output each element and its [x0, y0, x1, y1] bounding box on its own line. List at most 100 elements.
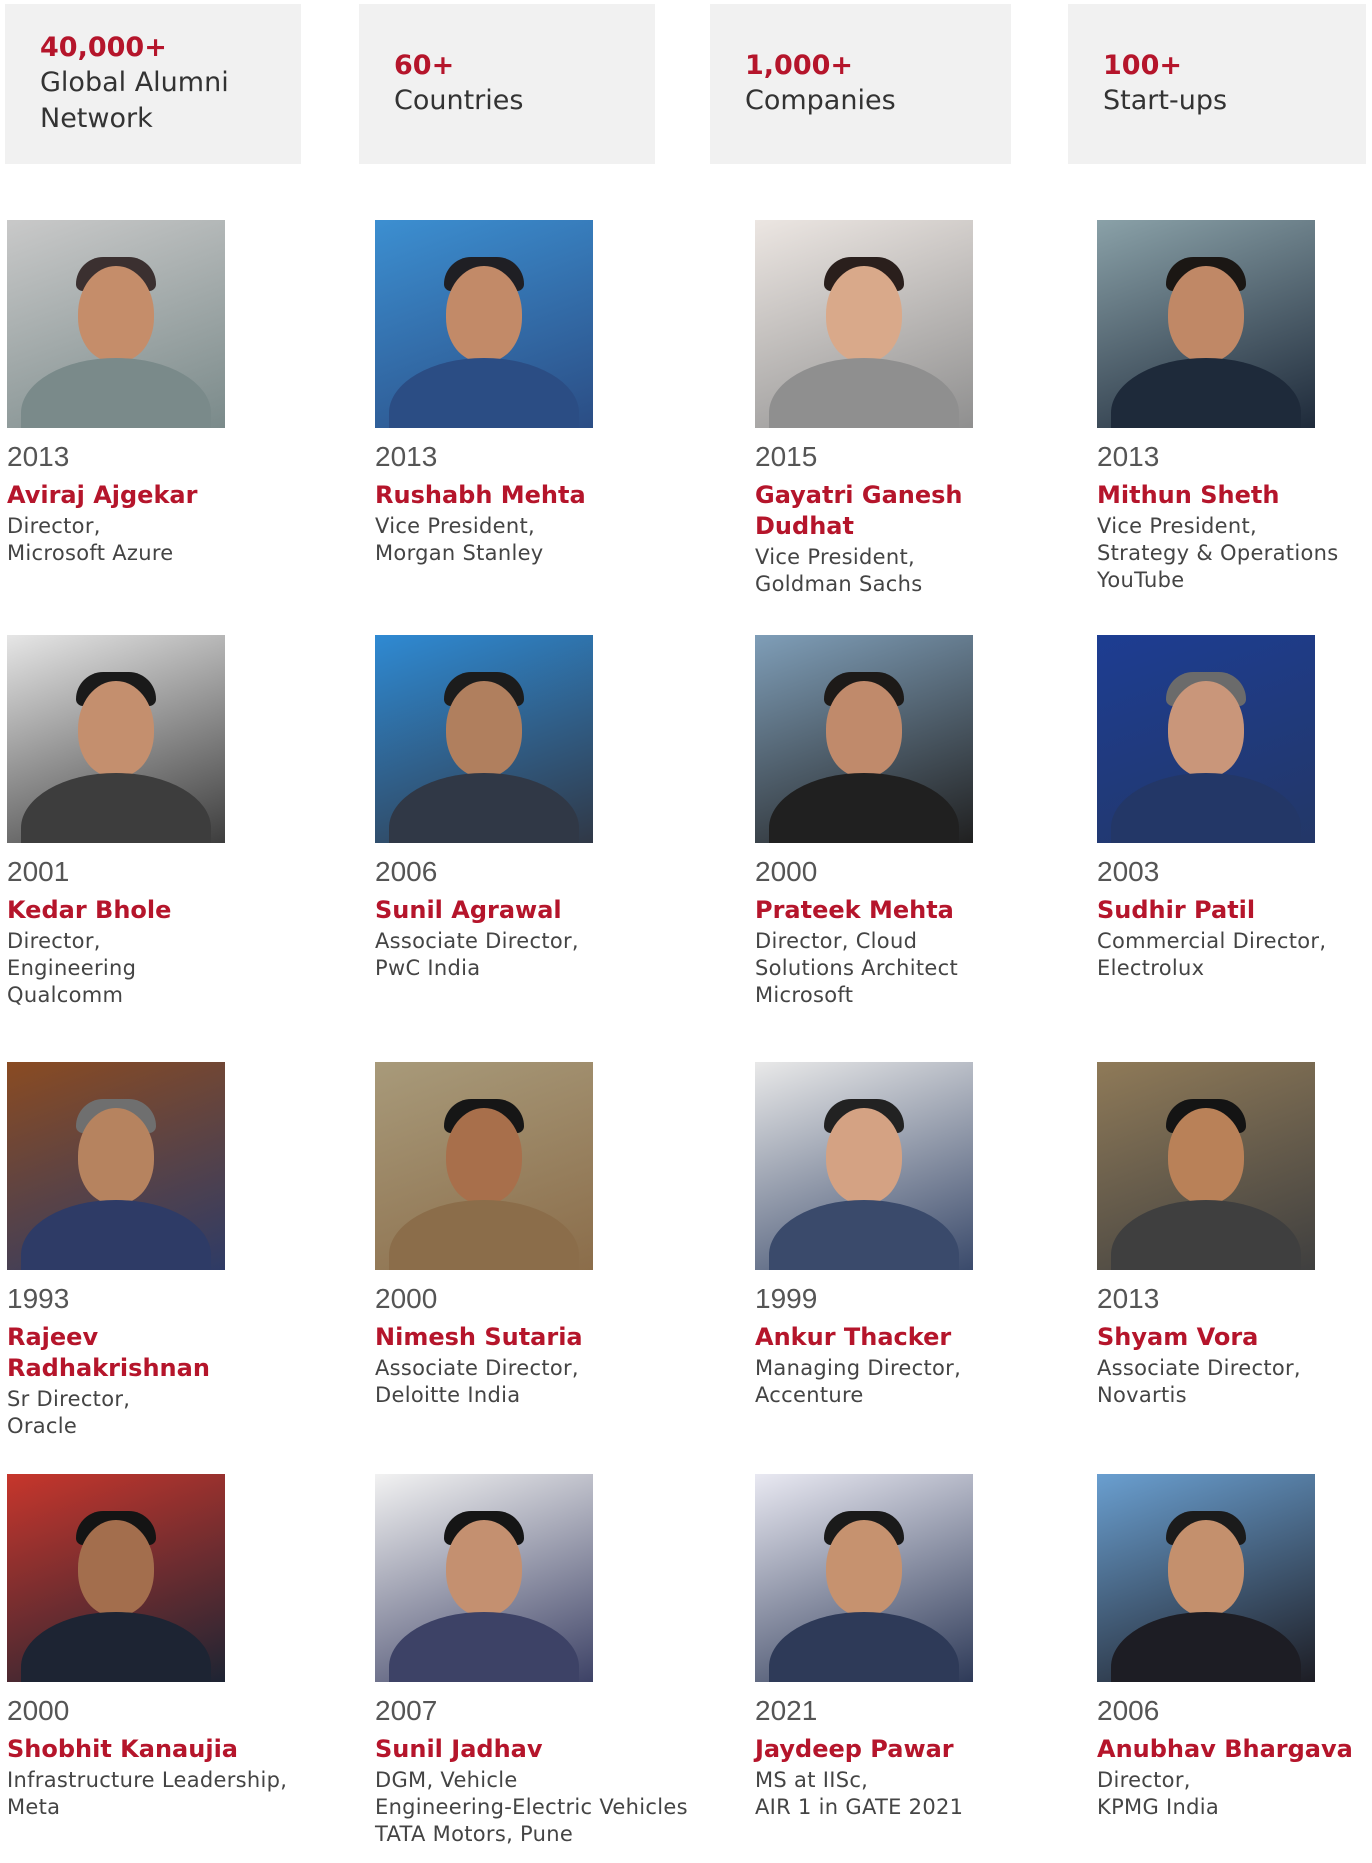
alumni-role-line: Qualcomm	[7, 983, 124, 1007]
alumni-name: Mithun Sheth	[1097, 481, 1280, 509]
alumni-name: Sunil Agrawal	[375, 896, 562, 924]
alumni-photo	[7, 1062, 225, 1270]
photo-body	[1111, 1612, 1301, 1682]
photo-body	[1111, 773, 1301, 843]
alumni-role: Vice President, Morgan Stanley	[375, 513, 675, 567]
photo-body	[389, 1200, 579, 1270]
alumni-role-line: Solutions Architect	[755, 956, 959, 980]
photo-body	[389, 773, 579, 843]
alumni-photo	[1097, 635, 1315, 843]
photo-body	[21, 773, 211, 843]
alumni-role: Director, Microsoft Azure	[7, 513, 307, 567]
photo-body	[389, 1612, 579, 1682]
photo-head	[1168, 1519, 1244, 1616]
alumni-card: 2006 Sunil Agrawal Associate Director, Pw…	[375, 635, 675, 982]
photo-head	[1168, 1107, 1244, 1204]
alumni-role: Director, Engineering Qualcomm	[7, 928, 307, 1009]
photo-body	[21, 358, 211, 428]
photo-head	[1168, 680, 1244, 777]
alumni-year: 2013	[7, 441, 70, 472]
photo-body	[769, 1612, 959, 1682]
alumni-photo	[1097, 220, 1315, 428]
photo-body	[1111, 1200, 1301, 1270]
alumni-role: Sr Director, Oracle	[7, 1386, 307, 1440]
photo-head	[1168, 265, 1244, 362]
photo-body	[389, 358, 579, 428]
alumni-role-line: TATA Motors, Pune	[375, 1822, 574, 1846]
alumni-role-line: Microsoft	[755, 983, 854, 1007]
photo-head	[446, 1519, 522, 1616]
alumni-photo	[1097, 1474, 1315, 1682]
alumni-year: 2000	[755, 856, 818, 887]
stat-label: Companies	[745, 85, 896, 116]
alumni-role-line: Strategy & Operations	[1097, 541, 1339, 565]
alumni-role: Vice President, Strategy & Operations YouT…	[1097, 513, 1372, 594]
alumni-card: 2000 Shobhit Kanaujia Infrastructure Lea…	[7, 1474, 307, 1821]
alumni-role: Associate Director, Deloitte India	[375, 1355, 675, 1409]
alumni-card: 2013 Shyam Vora Associate Director, Novar…	[1097, 1062, 1372, 1409]
photo-head	[826, 1519, 902, 1616]
photo-body	[769, 773, 959, 843]
alumni-role-line: AIR 1 in GATE 2021	[755, 1795, 964, 1819]
alumni-role: Infrastructure Leadership, Meta	[7, 1767, 307, 1821]
alumni-role-line: Associate Director,	[375, 1356, 579, 1380]
alumni-photo	[375, 1062, 593, 1270]
alumni-role-line: Director,	[7, 929, 101, 953]
alumni-year: 2013	[1097, 1283, 1160, 1314]
alumni-role-line: Oracle	[7, 1414, 78, 1438]
stat-companies: 1,000+ Companies	[710, 4, 1011, 164]
alumni-card: 2003 Sudhir Patil Commercial Director, El…	[1097, 635, 1372, 982]
alumni-role-line: Morgan Stanley	[375, 541, 544, 565]
photo-head	[446, 265, 522, 362]
alumni-card: 2013 Mithun Sheth Vice President, Strateg…	[1097, 220, 1372, 594]
alumni-role-line: Associate Director,	[1097, 1356, 1301, 1380]
alumni-role: Associate Director, Novartis	[1097, 1355, 1372, 1409]
alumni-role-line: Infrastructure Leadership,	[7, 1768, 288, 1792]
alumni-photo	[1097, 1062, 1315, 1270]
alumni-photo	[755, 220, 973, 428]
alumni-year: 2013	[1097, 441, 1160, 472]
alumni-card: 1993 Rajeev Radhakrishnan Sr Director, Or…	[7, 1062, 307, 1440]
alumni-role: Director, Cloud Solutions Architect Micros…	[755, 928, 1055, 1009]
alumni-year: 2021	[755, 1695, 818, 1726]
alumni-role-line: Director,	[1097, 1768, 1191, 1792]
photo-body	[769, 358, 959, 428]
photo-head	[826, 1107, 902, 1204]
alumni-role-line: Deloitte India	[375, 1383, 521, 1407]
alumni-card: 2006 Anubhav Bhargava Director, KPMG Indi…	[1097, 1474, 1372, 1821]
alumni-name: Prateek Mehta	[755, 896, 954, 924]
alumni-role: Commercial Director, Electrolux	[1097, 928, 1372, 982]
alumni-role: Director, KPMG India	[1097, 1767, 1372, 1821]
alumni-role-line: Sr Director,	[7, 1387, 131, 1411]
alumni-name: Shobhit Kanaujia	[7, 1735, 238, 1763]
alumni-year: 1993	[7, 1283, 70, 1314]
photo-head	[826, 265, 902, 362]
stat-countries: 60+ Countries	[359, 4, 655, 164]
alumni-role-line: Director,	[7, 514, 101, 538]
alumni-name: Anubhav Bhargava	[1097, 1735, 1353, 1763]
alumni-name: Ankur Thacker	[755, 1323, 952, 1351]
alumni-role-line: Commercial Director,	[1097, 929, 1327, 953]
alumni-name: Kedar Bhole	[7, 896, 172, 924]
alumni-photo	[755, 635, 973, 843]
alumni-name: Jaydeep Pawar	[755, 1735, 954, 1763]
stat-value: 60+	[394, 50, 455, 81]
photo-head	[826, 680, 902, 777]
alumni-role-line: Engineering-Electric Vehicles	[375, 1795, 688, 1819]
alumni-card: 1999 Ankur Thacker Managing Director, Acc…	[755, 1062, 1055, 1409]
alumni-role-line: KPMG India	[1097, 1795, 1220, 1819]
alumni-role-line: Microsoft Azure	[7, 541, 174, 565]
alumni-role: DGM, Vehicle Engineering-Electric Vehicle…	[375, 1767, 688, 1848]
alumni-role-line: Meta	[7, 1795, 61, 1819]
alumni-role-line: DGM, Vehicle	[375, 1768, 518, 1792]
alumni-photo	[7, 1474, 225, 1682]
alumni-year: 2007	[375, 1695, 438, 1726]
alumni-year: 1999	[755, 1283, 818, 1314]
alumni-role-line: Vice President,	[375, 514, 536, 538]
alumni-photo	[375, 220, 593, 428]
alumni-role: Managing Director, Accenture	[755, 1355, 1055, 1409]
photo-head	[78, 265, 154, 362]
alumni-year: 2006	[375, 856, 438, 887]
alumni-year: 2003	[1097, 856, 1160, 887]
alumni-name: Sunil Jadhav	[375, 1735, 543, 1763]
